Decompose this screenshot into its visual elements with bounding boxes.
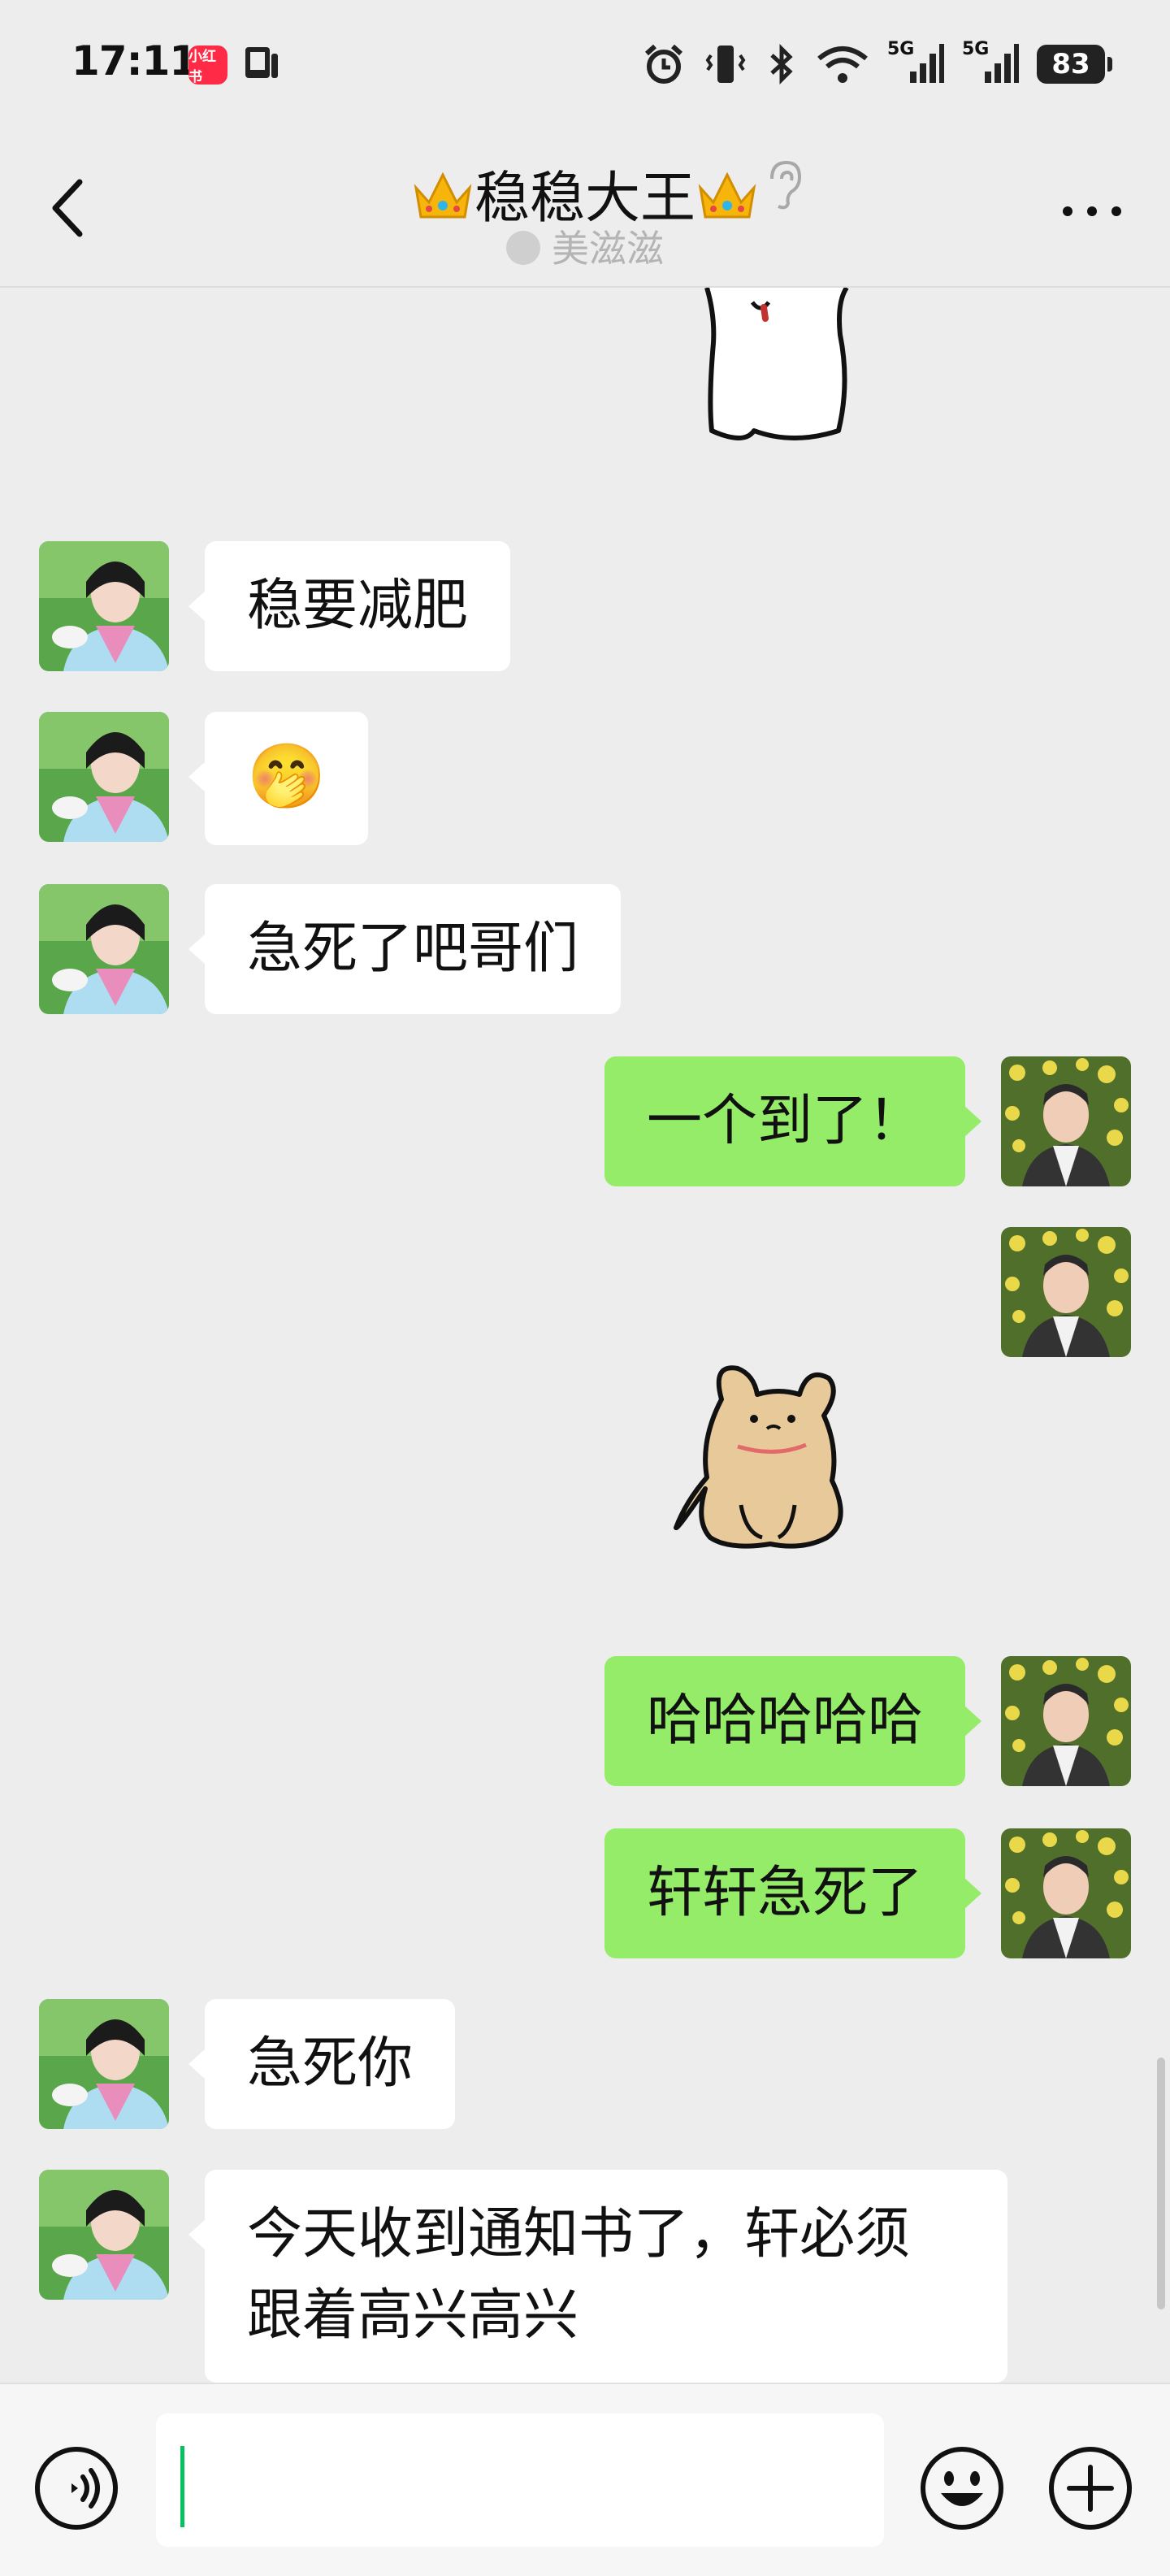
battery-indicator: 83: [1037, 45, 1112, 84]
contact-avatar[interactable]: [39, 884, 169, 1014]
message-bubble[interactable]: 轩轩急死了: [604, 1828, 982, 1958]
status-smile-icon: [506, 231, 540, 265]
more-dots-icon[interactable]: [1060, 195, 1124, 228]
status-bar: 17:11 小红书 5G 5G 83: [0, 0, 1170, 122]
message-bubble[interactable]: 哈哈哈哈哈: [604, 1656, 982, 1786]
my-avatar[interactable]: [1001, 1056, 1131, 1186]
text-cursor: [180, 2446, 184, 2527]
xiaohongshu-notification-icon: 小红书: [188, 46, 228, 85]
message-bubble[interactable]: 今天收到通知书了，轩必须 跟着高兴高兴: [188, 2170, 1008, 2383]
message-bubble[interactable]: 🤭: [188, 712, 369, 845]
message-input[interactable]: [156, 2413, 884, 2547]
emoji-icon[interactable]: [918, 2444, 1006, 2532]
input-bar: [0, 2383, 1170, 2576]
signal-icon-1: 5G: [887, 39, 944, 86]
cast-icon: [245, 47, 278, 78]
voice-icon[interactable]: [32, 2444, 120, 2532]
ear-icon: [770, 160, 802, 210]
wifi-icon: [817, 46, 868, 83]
message-bubble[interactable]: 急死你: [188, 1999, 456, 2129]
plus-icon[interactable]: [1046, 2444, 1134, 2532]
my-avatar[interactable]: [1001, 1828, 1131, 1958]
my-avatar[interactable]: [1001, 1656, 1131, 1786]
message-list[interactable]: 稳要减肥 🤭 急死了吧哥们 一个到了！ 哈哈哈哈哈 轩轩急死了 急死你 今天收到…: [0, 286, 1170, 2383]
chat-subtitle: 美滋滋: [0, 219, 1170, 273]
scrollbar[interactable]: [1157, 2058, 1165, 2309]
alarm-icon: [644, 44, 683, 84]
contact-avatar[interactable]: [39, 712, 169, 842]
crown-icon: [414, 171, 472, 219]
my-avatar[interactable]: [1001, 1227, 1131, 1357]
chat-header: 稳稳大王 美滋滋: [0, 122, 1170, 288]
message-bubble[interactable]: 一个到了！: [604, 1056, 982, 1186]
white-bunny-sticker[interactable]: [696, 286, 858, 449]
message-bubble[interactable]: 稳要减肥: [188, 541, 511, 671]
puppy-sticker[interactable]: [673, 1359, 861, 1554]
crown-icon: [698, 171, 756, 219]
signal-icon-2: 5G: [962, 39, 1019, 86]
status-time: 17:11: [72, 37, 197, 85]
status-icons: 5G 5G 83: [642, 36, 1112, 93]
contact-avatar[interactable]: [39, 2170, 169, 2300]
message-bubble[interactable]: 急死了吧哥们: [188, 884, 622, 1014]
contact-avatar[interactable]: [39, 541, 169, 671]
bluetooth-icon: [770, 43, 793, 85]
subtitle-text: 美滋滋: [552, 227, 664, 271]
contact-avatar[interactable]: [39, 1999, 169, 2129]
vibrate-icon: [705, 46, 746, 83]
